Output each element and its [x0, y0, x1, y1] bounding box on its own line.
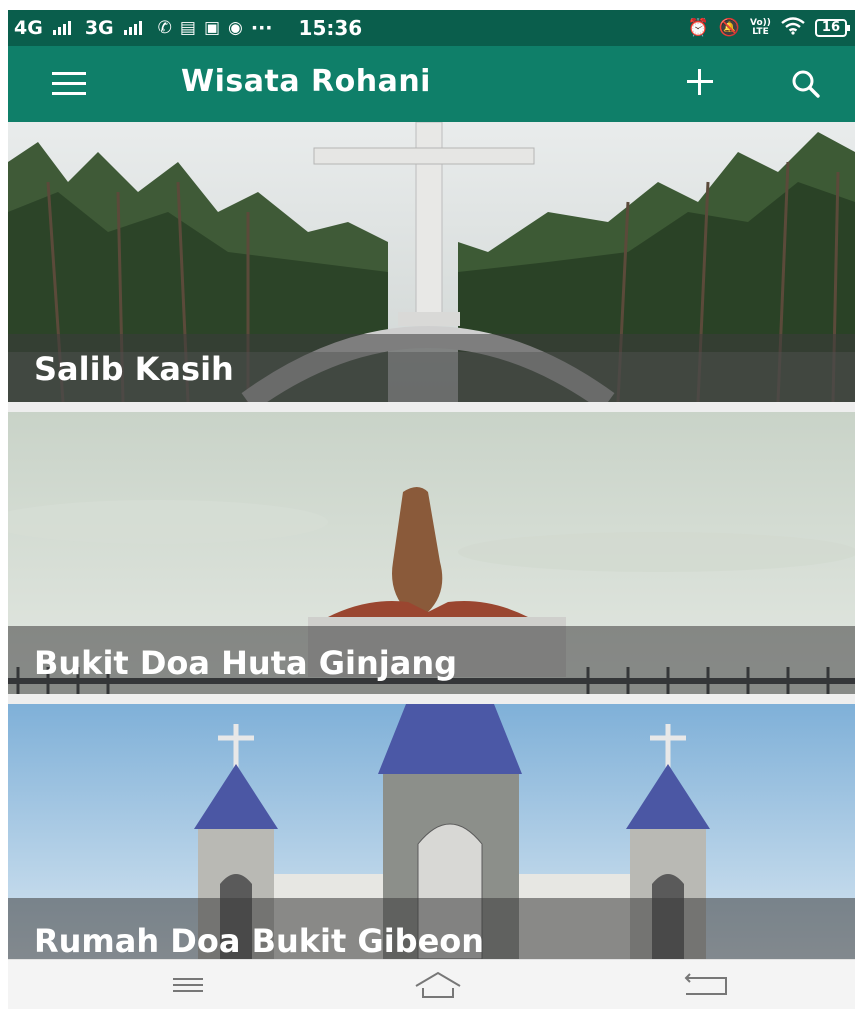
back-icon[interactable] [676, 966, 736, 1004]
app-bar: Wisata Rohani [8, 46, 855, 122]
network-label-2: 3G [84, 17, 114, 39]
place-title: Bukit Doa Huta Ginjang [34, 644, 457, 682]
network-label-1: 4G [14, 17, 43, 39]
alarm-icon: ⏰ [687, 18, 709, 38]
system-nav-bar [8, 959, 855, 1009]
whatsapp-icon: ✆ [157, 18, 172, 38]
place-card-bukit-doa-huta-ginjang[interactable]: Bukit Doa Huta Ginjang [8, 412, 855, 694]
status-bar: 4G 3G ✆ ▤ ▣ ◉ ··· 15:36 ⏰ 🔕 Vo)) LTE 16 [8, 10, 855, 46]
place-title: Salib Kasih [34, 350, 234, 388]
signal-icon [123, 21, 142, 35]
app-title: Wisata Rohani [181, 64, 431, 99]
wifi-icon [781, 16, 805, 40]
menu-lines-icon[interactable] [158, 966, 218, 1004]
hamburger-icon[interactable] [52, 71, 86, 97]
gallery-icon: ▣ [203, 18, 221, 38]
phone-screen: 4G 3G ✆ ▤ ▣ ◉ ··· 15:36 ⏰ 🔕 Vo)) LTE 16 … [8, 10, 855, 1009]
volte-icon: Vo)) LTE [750, 18, 771, 37]
app-notification-icon: ◉ [228, 18, 243, 38]
place-card-rumah-doa-bukit-gibeon[interactable]: Rumah Doa Bukit Gibeon [8, 704, 855, 959]
home-icon[interactable] [408, 966, 468, 1004]
more-notifications: ··· [250, 17, 273, 39]
battery-icon: 16 [814, 19, 851, 37]
silent-icon: 🔕 [718, 18, 741, 38]
search-icon[interactable] [786, 64, 826, 104]
plus-icon[interactable] [680, 62, 720, 102]
notification-stack-icon: ▤ [179, 18, 196, 38]
signal-icon [52, 21, 71, 35]
place-title: Rumah Doa Bukit Gibeon [34, 922, 485, 959]
status-time: 15:36 [298, 16, 363, 40]
place-card-salib-kasih[interactable]: Salib Kasih [8, 122, 855, 402]
